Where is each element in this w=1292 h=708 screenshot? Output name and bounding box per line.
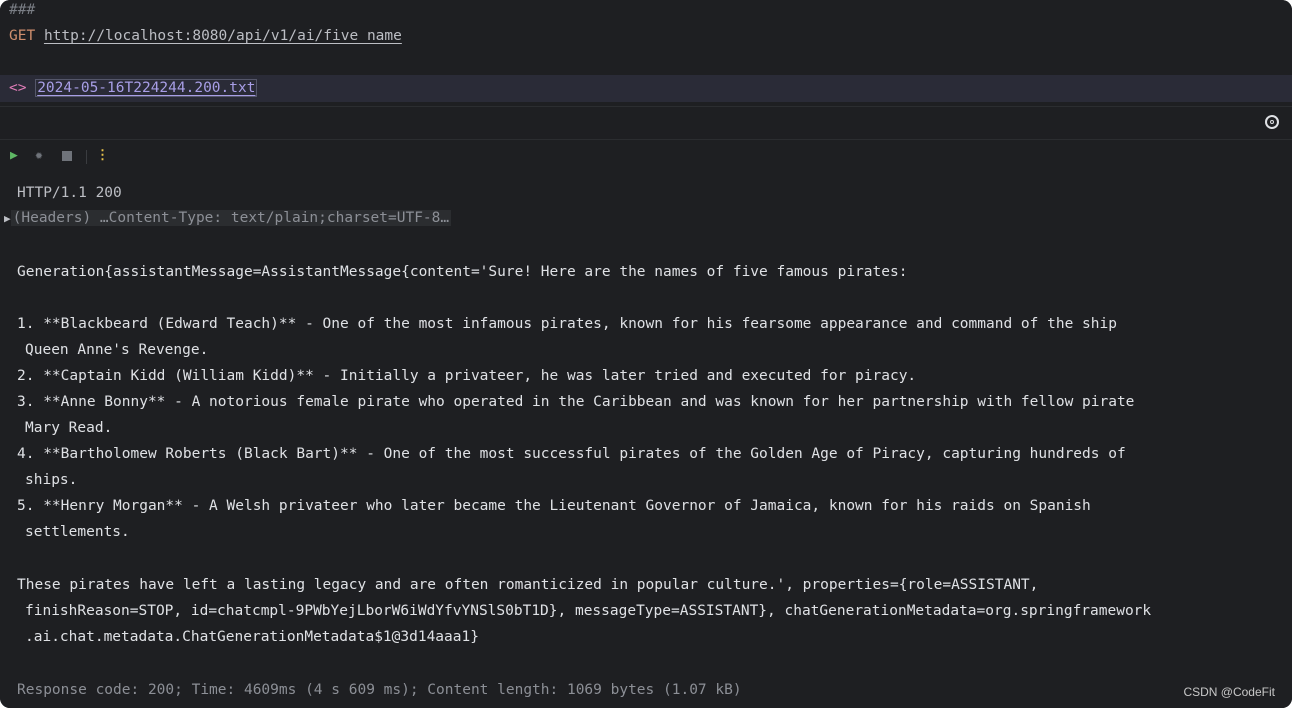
expand-triangle-icon[interactable]: ▶ — [4, 212, 11, 225]
http-client-window: ### GET http://localhost:8080/api/v1/ai/… — [0, 0, 1292, 708]
response-output: HTTP/1.1 200 ▶ (Headers) …Content-Type: t… — [0, 172, 1292, 708]
body-line: Queen Anne's Revenge. — [25, 342, 209, 358]
body-line: 3. **Anne Bonny** - A notorious female p… — [17, 394, 1135, 410]
request-line: GET http://localhost:8080/api/v1/ai/five… — [9, 28, 402, 44]
more-vertical-icon[interactable]: ⋮ — [96, 149, 109, 163]
response-toolbar: ▶ ✹ ⋮ — [0, 140, 1292, 172]
body-line: Generation{assistantMessage=AssistantMes… — [17, 264, 908, 280]
body-line: 2. **Captain Kidd (William Kidd)** - Ini… — [17, 368, 917, 384]
request-separator-comment: ### — [9, 2, 36, 18]
body-line: 4. **Bartholomew Roberts (Black Bart)** … — [17, 446, 1126, 462]
bug-icon[interactable]: ✹ — [35, 149, 43, 163]
response-panel-header — [0, 107, 1292, 140]
body-line: These pirates have left a lasting legacy… — [17, 577, 1039, 593]
headers-summary[interactable]: (Headers) …Content-Type: text/plain;char… — [10, 210, 452, 226]
response-reference-line: <> 2024-05-16T224244.200.txt — [9, 79, 258, 97]
request-editor[interactable]: ### GET http://localhost:8080/api/v1/ai/… — [0, 0, 1292, 106]
play-icon[interactable]: ▶ — [10, 149, 18, 163]
body-line: ships. — [25, 472, 78, 488]
compare-response-marker[interactable]: <> — [9, 80, 26, 96]
status-line: HTTP/1.1 200 — [17, 185, 122, 201]
watermark: CSDN @CodeFit — [1183, 685, 1275, 699]
body-line: .ai.chat.metadata.ChatGenerationMetadata… — [25, 629, 479, 645]
response-file-link[interactable]: 2024-05-16T224244.200.txt — [35, 79, 258, 97]
body-line: 5. **Henry Morgan** - A Welsh privateer … — [17, 498, 1091, 514]
stop-icon[interactable] — [62, 151, 72, 161]
response-summary: Response code: 200; Time: 4609ms (4 s 60… — [17, 682, 742, 698]
toolbar-divider — [86, 150, 87, 164]
target-icon[interactable] — [1265, 115, 1279, 129]
body-line: 1. **Blackbeard (Edward Teach)** - One o… — [17, 316, 1117, 332]
body-line: Mary Read. — [25, 420, 113, 436]
body-line: settlements. — [25, 524, 130, 540]
body-line: finishReason=STOP, id=chatcmpl-9PWbYejLb… — [25, 603, 1152, 619]
request-url[interactable]: http://localhost:8080/api/v1/ai/five_nam… — [44, 28, 402, 44]
headers-toggle[interactable]: ▶ (Headers) …Content-Type: text/plain;cha… — [4, 206, 452, 230]
http-method: GET — [9, 28, 36, 44]
